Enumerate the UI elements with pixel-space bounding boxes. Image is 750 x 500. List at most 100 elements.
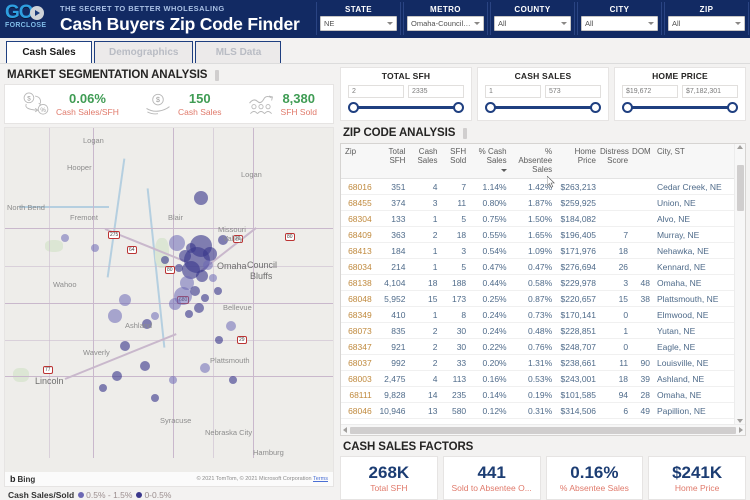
- slider-track-wrap[interactable]: [348, 100, 464, 114]
- column-header[interactable]: City, ST: [652, 144, 734, 179]
- slider-track-wrap[interactable]: [622, 100, 738, 114]
- slider-track[interactable]: [627, 105, 733, 109]
- column-header[interactable]: % Cash Sales: [469, 144, 510, 179]
- table-row[interactable]: 68413 184 1 3 0.54% 1.09% $171,976 18 Nehawka, N…: [341, 242, 734, 259]
- slider-knob-min[interactable]: [348, 101, 359, 113]
- map-bubble[interactable]: [194, 191, 208, 205]
- table-vertical-scrollbar[interactable]: [734, 144, 745, 424]
- map-bubble[interactable]: [201, 294, 209, 302]
- horizontal-scroll-thumb[interactable]: [350, 426, 736, 434]
- map-bubble[interactable]: [151, 394, 159, 402]
- column-header[interactable]: Home Price: [555, 144, 599, 179]
- table-row[interactable]: 68046 10,946 13 580 0.12% 0.31% $314,506 6 49 Pap…: [341, 402, 734, 419]
- tagline: THE SECRET TO BETTER WHOLESALING: [60, 3, 225, 13]
- table-row[interactable]: 68016 351 4 7 1.14% 1.42% $263,213 Cedar Creek,…: [341, 178, 734, 195]
- slider-track[interactable]: [353, 105, 459, 109]
- column-header[interactable]: Distress Score: [599, 144, 632, 179]
- cell-home_price: $196,405: [555, 226, 599, 243]
- filter-dropdown-zip[interactable]: All: [668, 16, 745, 31]
- column-header[interactable]: DOM: [631, 144, 653, 179]
- table-row[interactable]: 68347 921 2 30 0.22% 0.76% $248,707 0 Eagle, NE: [341, 338, 734, 355]
- map-bubble[interactable]: [200, 363, 210, 373]
- scroll-down-icon[interactable]: [737, 419, 743, 423]
- map-bubble[interactable]: [161, 256, 169, 264]
- map-bubble[interactable]: [120, 341, 130, 351]
- map-bubble[interactable]: [196, 270, 208, 282]
- column-header[interactable]: SFH Sold: [440, 144, 470, 179]
- map-bubble[interactable]: [209, 274, 217, 282]
- column-header[interactable]: % Absentee Sales: [509, 144, 556, 179]
- slider-cash-sales: CASH SALES 1 573: [477, 67, 609, 121]
- map-bubble[interactable]: [91, 244, 99, 252]
- map-bubble[interactable]: [99, 384, 107, 392]
- zip-code-analysis-table[interactable]: Zip Total SFH Cash Sales SFH Sold% Cash Sal…: [340, 143, 746, 436]
- map-bubble[interactable]: [169, 298, 181, 310]
- slider-track[interactable]: [490, 105, 596, 109]
- filter-dropdown-state[interactable]: NE: [320, 16, 397, 31]
- tab-cash-sales[interactable]: Cash Sales: [6, 41, 92, 63]
- filter-dropdown-metro[interactable]: Omaha-Council Bl...: [407, 16, 484, 31]
- column-header[interactable]: Cash Sales: [408, 144, 441, 179]
- table-row[interactable]: 68037 992 2 33 0.20% 1.31% $238,661 11 90 Louisvi…: [341, 354, 734, 371]
- scroll-left-icon[interactable]: [343, 427, 347, 433]
- slider-min-input[interactable]: $19,672: [622, 85, 678, 98]
- map-bubble[interactable]: [185, 310, 193, 318]
- map-bubble[interactable]: [229, 376, 237, 384]
- map-bubble[interactable]: [175, 264, 183, 272]
- map-bubble[interactable]: [203, 247, 217, 261]
- table-row[interactable]: 68073 835 2 30 0.24% 0.48% $228,851 1 Yutan, NE: [341, 322, 734, 339]
- table-row[interactable]: 68111 9,828 14 235 0.14% 0.19% $101,585 94 28 Oma…: [341, 386, 734, 403]
- slider-max-input[interactable]: 573: [545, 85, 601, 98]
- column-header[interactable]: Total SFH: [374, 144, 409, 179]
- table-row[interactable]: 68003 2,475 4 113 0.16% 0.53% $243,001 18 39 Ashl…: [341, 370, 734, 387]
- table-row[interactable]: 68138 4,104 18 188 0.44% 0.58% $229,978 3 48 Omah…: [341, 274, 734, 291]
- slider-min-input[interactable]: 1: [485, 85, 541, 98]
- map-bubble[interactable]: [215, 336, 223, 344]
- slider-knob-max[interactable]: [453, 101, 464, 113]
- map-bubble[interactable]: [112, 371, 122, 381]
- map-bubble[interactable]: [214, 287, 222, 295]
- column-header[interactable]: Zip: [341, 144, 375, 179]
- legend-item[interactable]: 0.5% - 1.5%: [78, 490, 132, 500]
- slider-min-input[interactable]: 2: [348, 85, 404, 98]
- map-bubble[interactable]: [61, 234, 69, 242]
- slider-knob-min[interactable]: [622, 101, 633, 113]
- tab-mls-data[interactable]: MLS Data: [195, 41, 282, 63]
- filter-dropdown-county[interactable]: All: [494, 16, 571, 31]
- map-bubble[interactable]: [151, 312, 159, 320]
- map-bubble[interactable]: [108, 309, 122, 323]
- vertical-scroll-thumb[interactable]: [736, 165, 744, 211]
- scroll-up-icon[interactable]: [737, 145, 743, 149]
- map-visual[interactable]: 275647780292980680LoganHooperNorth BendF…: [4, 127, 334, 487]
- slider-max-input[interactable]: $7,182,301: [682, 85, 738, 98]
- table-row[interactable]: 68034 214 1 5 0.47% 0.47% $276,694 26 Kennard, N…: [341, 258, 734, 275]
- map-bubble[interactable]: [169, 376, 177, 384]
- scroll-right-icon[interactable]: [739, 427, 743, 433]
- slider-track-wrap[interactable]: [485, 100, 601, 114]
- map-bubble[interactable]: [218, 235, 228, 245]
- map-bubble[interactable]: [226, 321, 236, 331]
- map-bubble[interactable]: [140, 361, 150, 371]
- map-bubble[interactable]: [119, 294, 131, 306]
- map-bubble[interactable]: [142, 319, 152, 329]
- page-title: Cash Buyers Zip Code Finder: [60, 13, 300, 34]
- slider-max-input[interactable]: 2335: [408, 85, 464, 98]
- map-canvas[interactable]: 275647780292980680LoganHooperNorth BendF…: [5, 128, 333, 486]
- table-row[interactable]: 68455 374 3 11 0.80% 1.87% $259,925 Union, NE: [341, 194, 734, 211]
- legend-item[interactable]: 0-0.5%: [136, 490, 171, 500]
- slider-knob-max[interactable]: [590, 101, 601, 113]
- tab-demographics[interactable]: Demographics: [94, 41, 194, 63]
- map-bubble[interactable]: [203, 260, 213, 270]
- map-bubble[interactable]: [169, 235, 185, 251]
- map-bubble[interactable]: [194, 303, 204, 313]
- table-row[interactable]: 68048 5,952 15 173 0.25% 0.87% $220,657 15 38 Pla…: [341, 290, 734, 307]
- filter-dropdown-city[interactable]: All: [581, 16, 658, 31]
- slider-knob-min[interactable]: [485, 101, 496, 113]
- cell-dom: [631, 242, 653, 259]
- terms-link[interactable]: Terms: [313, 476, 328, 482]
- table-row[interactable]: 68349 410 1 8 0.24% 0.73% $170,141 0 Elmwood, NE: [341, 306, 734, 323]
- table-row[interactable]: 68304 133 1 5 0.75% 1.50% $184,082 Alvo, NE: [341, 210, 734, 227]
- table-horizontal-scrollbar[interactable]: [341, 424, 745, 435]
- table-row[interactable]: 68409 363 2 18 0.55% 1.65% $196,405 7 Murray, NE: [341, 226, 734, 243]
- slider-knob-max[interactable]: [727, 101, 738, 113]
